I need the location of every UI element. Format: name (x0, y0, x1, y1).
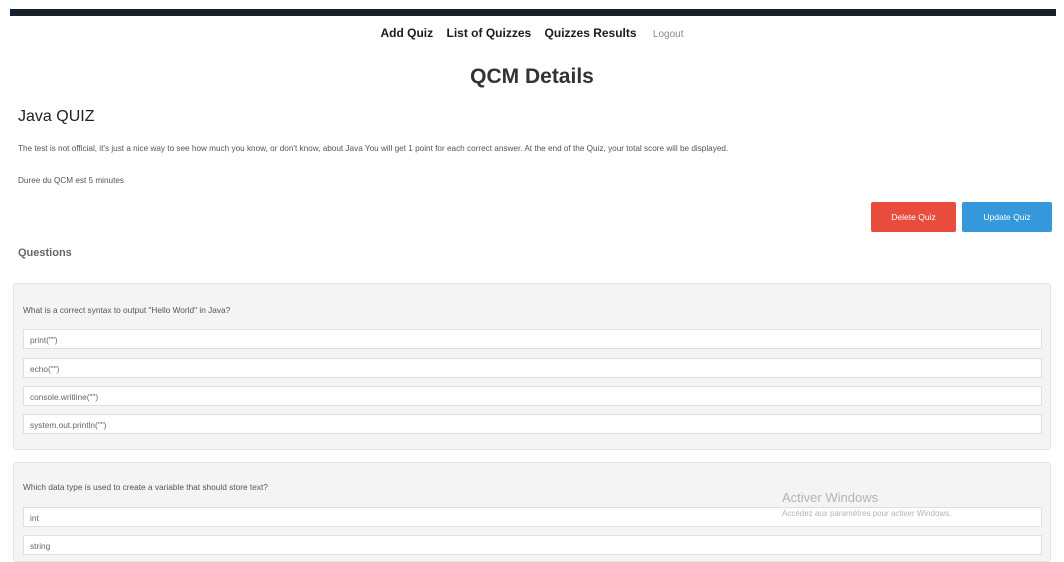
windows-activation-watermark: Activer Windows Accédez aux paramètres p… (782, 490, 951, 518)
question-text: What is a correct syntax to output "Hell… (23, 305, 231, 315)
question-text: Which data type is used to create a vari… (23, 482, 268, 492)
question-card: What is a correct syntax to output "Hell… (13, 283, 1051, 450)
answer-option[interactable]: console.writline("") (23, 386, 1042, 406)
answer-option[interactable]: print("") (23, 329, 1042, 349)
page-title: QCM Details (470, 65, 594, 88)
main-nav: Add Quiz List of Quizzes Quizzes Results… (0, 26, 1064, 44)
quiz-duration: Duree du QCM est 5 minutes (18, 176, 125, 185)
update-quiz-button[interactable]: Update Quiz (962, 202, 1052, 232)
nav-list-of-quizzes[interactable]: List of Quizzes (447, 26, 532, 40)
quiz-description: The test is not official, it's just a ni… (18, 144, 729, 153)
delete-quiz-button[interactable]: Delete Quiz (871, 202, 956, 232)
top-dark-strip (10, 9, 1056, 16)
nav-add-quiz[interactable]: Add Quiz (380, 26, 433, 40)
answer-option[interactable]: system.out.println("") (23, 414, 1042, 434)
questions-heading: Questions (18, 247, 72, 259)
answer-option[interactable]: string (23, 535, 1042, 555)
nav-logout[interactable]: Logout (653, 29, 684, 40)
watermark-subtitle: Accédez aux paramètres pour activer Wind… (782, 509, 952, 518)
nav-quizzes-results[interactable]: Quizzes Results (545, 26, 637, 40)
top-bar (0, 0, 1064, 16)
answer-option[interactable]: echo("") (23, 358, 1042, 378)
watermark-title: Activer Windows (782, 490, 879, 505)
quiz-name: Java QUIZ (18, 108, 95, 125)
